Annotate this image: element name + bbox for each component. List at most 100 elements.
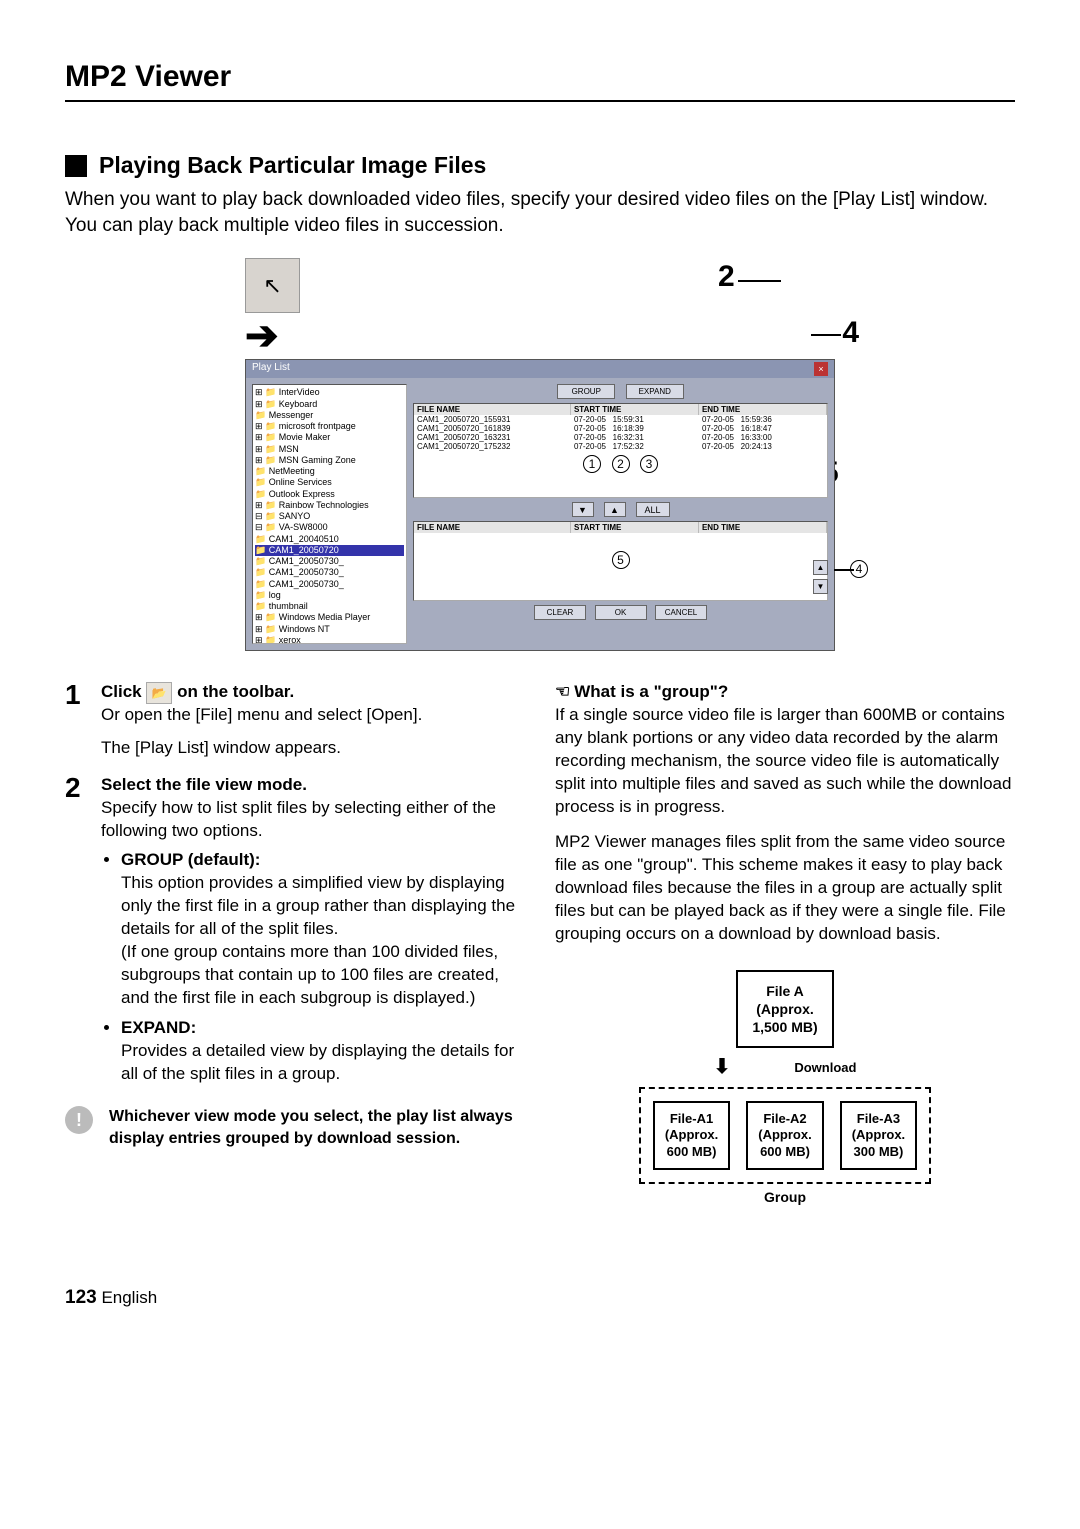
tree-item[interactable]: 📁 Outlook Express — [255, 489, 404, 500]
file-row[interactable]: CAM1_20050720_15593107-20-05 15:59:3107-… — [414, 415, 827, 424]
cursor-icon: ↖ — [245, 258, 300, 313]
tree-item[interactable]: 📁 CAM1_20050730_ — [255, 567, 404, 578]
tree-item[interactable]: 📁 Online Services — [255, 477, 404, 488]
section-header: Playing Back Particular Image Files — [65, 152, 1015, 179]
arrow-icon: ➔ — [245, 313, 835, 359]
tree-item[interactable]: 📁 CAM1_20050730_ — [255, 579, 404, 590]
playlist-window: Play List × ⊞ 📁 InterVideo⊞ 📁 Keyboard 📁… — [245, 359, 835, 651]
tree-item[interactable]: 📁 NetMeeting — [255, 466, 404, 477]
col-start: START TIME — [571, 404, 699, 415]
page-title: MP2 Viewer — [65, 60, 1015, 102]
step-1-p1: Or open the [File] menu and select [Open… — [101, 704, 422, 727]
group-button[interactable]: GROUP — [557, 384, 615, 399]
file-row[interactable]: CAM1_20050720_16183907-20-05 16:18:3907-… — [414, 424, 827, 433]
group-label: Group — [764, 1188, 806, 1207]
callout-4: 4 — [842, 316, 859, 350]
hint-p1: If a single source video file is larger … — [555, 704, 1015, 819]
tree-item[interactable]: ⊞ 📁 Rainbow Technologies — [255, 500, 404, 511]
col-end2: END TIME — [699, 522, 827, 533]
ok-button[interactable]: OK — [595, 605, 647, 620]
add-down-button[interactable]: ▼ — [572, 502, 594, 517]
playlist-title: Play List — [252, 362, 290, 376]
step-2-head: Select the file view mode. — [101, 774, 525, 797]
tree-item[interactable]: 📁 CAM1_20050730_ — [255, 556, 404, 567]
step-2-p1: Specify how to list split files by selec… — [101, 797, 525, 843]
right-column: ☞What is a "group"? If a single source v… — [555, 681, 1015, 1207]
col-file: FILE NAME — [414, 404, 571, 415]
tree-item[interactable]: 📁 Messenger — [255, 410, 404, 421]
tree-item[interactable]: ⊟ 📁 SANYO — [255, 511, 404, 522]
tree-item[interactable]: ⊞ 📁 InterVideo — [255, 387, 404, 398]
option-expand-body: Provides a detailed view by displaying t… — [121, 1040, 525, 1086]
circle-2: 2 — [612, 455, 630, 473]
clear-button[interactable]: CLEAR — [534, 605, 586, 620]
tree-item[interactable]: ⊞ 📁 Windows Media Player — [255, 612, 404, 623]
circle-5: 5 — [612, 551, 630, 569]
circle-1: 1 — [583, 455, 601, 473]
col-end: END TIME — [699, 404, 827, 415]
tree-item[interactable]: ⊞ 📁 MSN Gaming Zone — [255, 455, 404, 466]
tree-item[interactable]: ⊞ 📁 Windows NT — [255, 624, 404, 635]
left-column: 1 Click 📂 on the toolbar. Or open the [F… — [65, 681, 525, 1207]
open-icon: 📂 — [146, 682, 172, 704]
cancel-button[interactable]: CANCEL — [655, 605, 707, 620]
tree-item[interactable]: ⊟ 📁 VA-SW8000 — [255, 522, 404, 533]
square-bullet-icon — [65, 155, 87, 177]
group-box: File-A1(Approx.600 MB) File-A2(Approx.60… — [639, 1087, 931, 1184]
hint-heading: ☞What is a "group"? — [555, 681, 1015, 704]
step-1: 1 Click 📂 on the toolbar. Or open the [F… — [65, 681, 525, 760]
move-up-button[interactable]: ▲ — [813, 560, 828, 575]
option-group-body: This option provides a simplified view b… — [121, 872, 525, 1010]
close-icon[interactable]: × — [814, 362, 828, 376]
hint-icon: ☞ — [555, 681, 570, 704]
circle-3: 3 — [640, 455, 658, 473]
option-group-head: GROUP (default): — [121, 849, 525, 872]
step-1-p2: The [Play List] window appears. — [101, 737, 422, 760]
page-footer: 123 English — [65, 1287, 1015, 1309]
tree-item[interactable]: 📁 log — [255, 590, 404, 601]
remove-up-button[interactable]: ▲ — [604, 502, 626, 517]
download-arrow-icon: ⬇ — [714, 1054, 731, 1081]
section-heading: Playing Back Particular Image Files — [99, 152, 486, 179]
tree-item[interactable]: ⊞ 📁 xerox — [255, 635, 404, 645]
section-intro: When you want to play back downloaded vi… — [65, 187, 1015, 238]
all-button[interactable]: ALL — [636, 502, 670, 517]
note-text: Whichever view mode you select, the play… — [109, 1106, 525, 1149]
caution-icon: ! — [65, 1106, 93, 1134]
option-expand-head: EXPAND: — [121, 1017, 525, 1040]
file-a-box: File A (Approx. 1,500 MB) — [736, 970, 833, 1049]
file-row[interactable]: CAM1_20050720_17523207-20-05 17:52:3207-… — [414, 442, 827, 451]
tree-item[interactable]: ⊞ 📁 MSN — [255, 444, 404, 455]
tree-item[interactable]: 📁 CAM1_20050720 — [255, 545, 404, 556]
file-a2-box: File-A2(Approx.600 MB) — [746, 1101, 823, 1170]
tree-item[interactable]: ⊞ 📁 Movie Maker — [255, 432, 404, 443]
tree-item[interactable]: 📁 CAM1_20040510 — [255, 534, 404, 545]
playlist-figure: ↖ ➔ 2 3 4 5 Play List × ⊞ 📁 InterVideo⊞ … — [65, 258, 1015, 651]
tree-item[interactable]: ⊞ 📁 microsoft frontpage — [255, 421, 404, 432]
folder-tree[interactable]: ⊞ 📁 InterVideo⊞ 📁 Keyboard 📁 Messenger⊞ … — [252, 384, 407, 644]
hint-p2: MP2 Viewer manages files split from the … — [555, 831, 1015, 946]
playlist-titlebar: Play List × — [246, 360, 834, 378]
content-columns: 1 Click 📂 on the toolbar. Or open the [F… — [65, 681, 1015, 1207]
option-expand: EXPAND: Provides a detailed view by disp… — [121, 1017, 525, 1086]
note: ! Whichever view mode you select, the pl… — [65, 1106, 525, 1149]
file-a1-box: File-A1(Approx.600 MB) — [653, 1101, 730, 1170]
step-2: 2 Select the file view mode. Specify how… — [65, 774, 525, 1092]
callout-2: 2 — [718, 260, 735, 294]
col-file2: FILE NAME — [414, 522, 571, 533]
step-1-number: 1 — [65, 681, 87, 760]
group-diagram: File A (Approx. 1,500 MB) ⬇ Download Fil… — [555, 970, 1015, 1207]
download-label: Download — [794, 1059, 856, 1077]
file-list-bottom[interactable]: FILE NAME START TIME END TIME 5 — [413, 521, 828, 601]
file-a3-box: File-A3(Approx.300 MB) — [840, 1101, 917, 1170]
step-1-head: Click 📂 on the toolbar. — [101, 681, 422, 704]
file-list-top[interactable]: FILE NAME START TIME END TIME CAM1_20050… — [413, 403, 828, 498]
expand-button[interactable]: EXPAND — [626, 384, 684, 399]
option-group: GROUP (default): This option provides a … — [121, 849, 525, 1010]
move-down-button[interactable]: ▼ — [813, 579, 828, 594]
step-2-number: 2 — [65, 774, 87, 1092]
file-row[interactable]: CAM1_20050720_16323107-20-05 16:32:3107-… — [414, 433, 827, 442]
col-start2: START TIME — [571, 522, 699, 533]
tree-item[interactable]: ⊞ 📁 Keyboard — [255, 399, 404, 410]
tree-item[interactable]: 📁 thumbnail — [255, 601, 404, 612]
